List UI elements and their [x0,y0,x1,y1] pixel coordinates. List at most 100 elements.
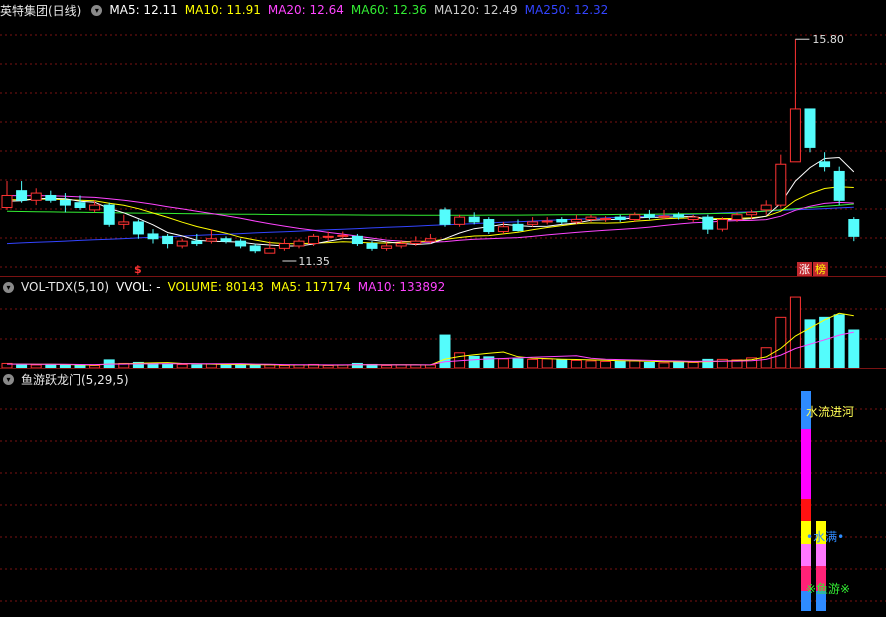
volume-bar [570,359,582,369]
volume-bar [833,314,845,369]
candle-body [74,202,86,208]
stock-title: 英特集团(日线) [0,3,82,18]
volume-bar [556,359,568,369]
ma60-label: MA60: 12.36 [350,3,427,17]
volume-bar [673,360,685,369]
candle-body [614,216,626,221]
candle-body [395,243,407,247]
candle-body [658,215,670,218]
volume-bar [439,334,451,369]
ma10-label: MA10: 11.91 [184,3,261,17]
indicator-header: ▾ 鱼游跃龙门(5,29,5) [0,369,886,389]
candle-body [541,220,553,223]
ma120-label: MA120: 12.49 [433,3,518,17]
indicator-title: 鱼游跃龙门(5,29,5) [21,372,129,387]
badge-zhang: 涨 [799,263,810,276]
chevron-down-icon[interactable]: ▾ [3,281,14,293]
candle-body [716,219,728,230]
candle-body [162,235,174,245]
candle-body [249,245,261,252]
chevron-down-icon[interactable]: ▾ [3,373,14,385]
chevron-down-icon[interactable]: ▾ [91,4,103,16]
candle-body [293,240,305,247]
indicator-panel[interactable]: 水流进河 •水满• ※鱼游※ ▾ 鱼游跃龙门(5,29,5) [0,368,886,617]
ma60-line [6,203,854,216]
candle-body [410,240,422,245]
candle-body [848,219,860,237]
candle-body [600,218,612,221]
volume-bar [527,358,539,369]
candle-body [59,199,71,206]
indicator-bar-segment [801,499,811,521]
candle-body [191,240,203,245]
volume-bar [541,358,553,369]
candle-body [45,194,57,201]
volume-bar [600,360,612,369]
volume-bar [585,360,597,369]
candle-body [746,211,758,216]
candle-body [132,221,144,235]
candle-body [819,161,831,168]
fish-swim-label: ※鱼游※ [806,582,850,596]
candle-body [673,214,685,218]
candle-body [760,204,772,211]
candle-body [483,219,495,233]
candle-body [643,214,655,218]
price-panel[interactable]: 15.80 11.35 $ 涨榜 英特集团(日线) ▾ MA5: 12.11 MA10… [0,0,886,276]
volume-bar [512,358,524,369]
candle-body [468,216,480,223]
candle-body [585,216,597,221]
volume-bar [497,358,509,369]
candle-body [629,214,641,221]
volume-bar [614,360,626,369]
candle-body [556,219,568,223]
volume-panel[interactable]: ▾ VOL-TDX(5,10) VVOL: - VOLUME: 80143 MA… [0,276,886,369]
candle-body [439,209,451,225]
candle-body [833,170,845,201]
candle-body [235,240,247,247]
badge-bang: 榜 [815,262,826,276]
candle-body [351,235,363,245]
volume-bar [848,329,860,369]
indicator-chart[interactable]: 水流进河 •水满• ※鱼游※ [0,369,886,617]
event-marker: $ [134,263,142,276]
price-chart[interactable]: 15.80 11.35 $ 涨榜 [0,0,886,276]
ma250-label: MA250: 12.32 [524,3,609,17]
vol-ma5-label: MA5: 117174 [270,280,351,294]
ma5-label: MA5: 12.11 [109,3,178,17]
water-full-label: •水满• [806,530,844,544]
candle-body [687,216,699,221]
volume-bar [819,316,831,369]
candle-body [308,235,320,245]
candle-body [789,108,801,163]
candle-body [16,190,28,201]
volume-header: ▾ VOL-TDX(5,10) VVOL: - VOLUME: 80143 MA… [0,277,886,297]
candle-body [30,192,42,201]
water-flow-label: 水流进河 [806,405,854,419]
candle-body [454,216,466,225]
indicator-bar-segment [801,544,811,566]
indicator-bar-segment [801,429,811,499]
candle-body [527,221,539,225]
volume-bar [629,360,641,369]
candle-body [89,204,101,211]
candle-body [731,214,743,221]
volume-bar [775,316,787,369]
volume-bar [468,355,480,369]
candle-body [1,194,13,209]
candle-body [366,243,378,249]
candle-body [118,221,130,225]
candle-body [176,240,188,247]
indicator-bar-segment [816,544,826,566]
volume-bar [789,296,801,369]
candle-body [804,108,816,148]
candle-body [205,238,217,242]
candle-body [497,226,509,233]
candle-body [264,247,276,254]
vvol-label: VVOL: - [116,280,161,294]
price-header: 英特集团(日线) ▾ MA5: 12.11 MA10: 11.91 MA20: … [0,0,886,20]
vol-title: VOL-TDX(5,10) [21,280,110,294]
candle-body [278,243,290,249]
candle-body [147,233,159,240]
candle-body [702,216,714,230]
